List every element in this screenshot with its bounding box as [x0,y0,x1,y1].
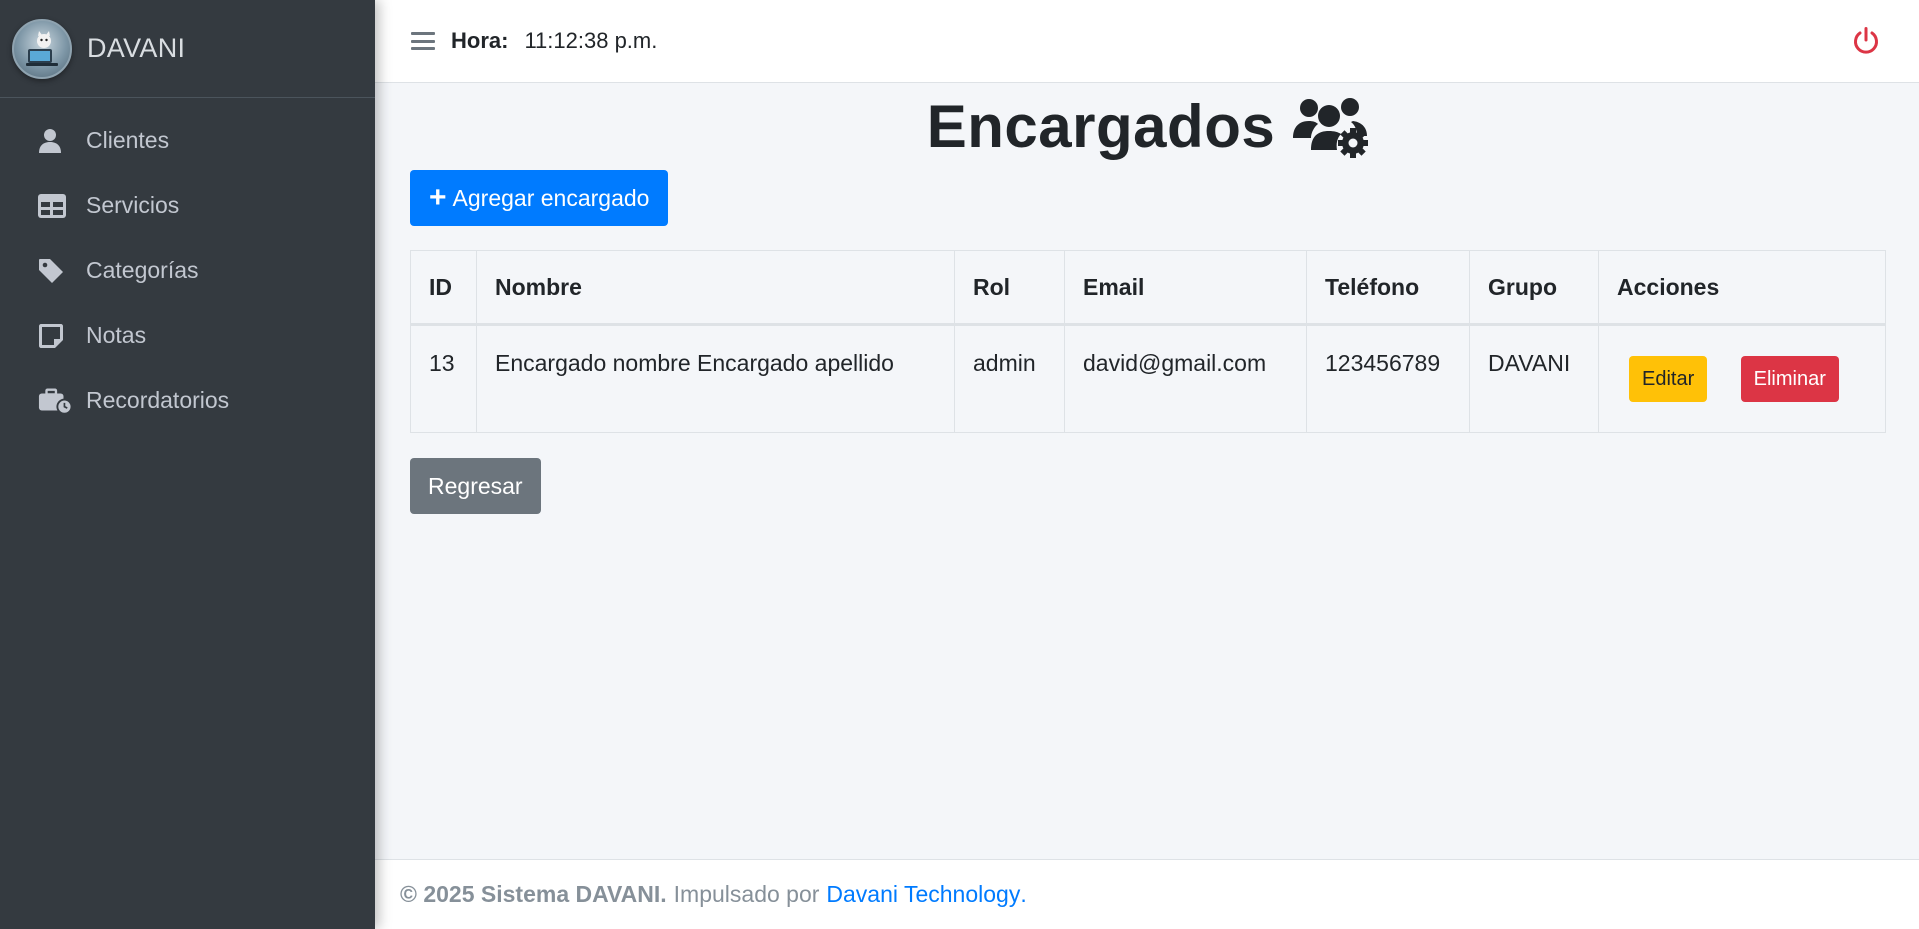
sidebar-item-label: Categorías [86,257,199,283]
tag-icon [38,257,72,285]
page-title-row: Encargados [410,86,1886,166]
add-encargado-label: Agregar encargado [452,184,650,211]
cell-grupo: DAVANI [1469,324,1599,433]
sidebar-item-label: Notas [86,322,147,348]
users-cog-icon [1291,94,1369,158]
sidebar-item-label: Servicios [86,192,180,218]
sidebar-item-recordatorios[interactable]: Recordatorios [0,368,375,433]
column-header-nombre: Nombre [476,250,955,326]
footer-copyright: © 2025 Sistema DAVANI. [400,881,667,907]
brand-name: DAVANI [87,33,186,63]
add-encargado-button[interactable]: + Agregar encargado [410,170,669,226]
footer: © 2025 Sistema DAVANI. Impulsado por Dav… [375,859,1919,929]
clock-label: Hora: [451,28,509,53]
sidebar-item-clientes[interactable]: Clientes [0,108,375,173]
table-header-row: ID Nombre Rol Email Teléfono Grupo Accio… [410,250,1886,326]
edit-button[interactable]: Editar [1629,356,1708,402]
cell-rol: admin [954,324,1065,433]
footer-company-link[interactable]: Davani Technology [826,881,1020,908]
back-button[interactable]: Regresar [410,458,541,514]
brand-link[interactable]: DAVANI [0,0,375,98]
sidebar-item-label: Clientes [86,127,170,153]
hamburger-menu-icon[interactable] [411,30,435,52]
brand-logo [12,18,72,79]
briefcase-clock-icon [38,387,72,415]
footer-powered-text: Impulsado por [673,881,820,907]
cell-id: 13 [410,324,477,433]
page-title: Encargados [926,92,1276,160]
clock-value: 11:12:38 p.m. [524,28,658,53]
delete-button[interactable]: Eliminar [1740,356,1839,402]
main-content: Encargados + Agregar encargado ID Nombre… [410,83,1886,514]
column-header-rol: Rol [954,250,1065,326]
sidebar-nav: Clientes Servicios Categorías Notas Reco… [0,98,375,433]
sidebar-item-label: Recordatorios [86,387,230,413]
table-row: 13 Encargado nombre Encargado apellido a… [410,324,1886,433]
column-header-acciones: Acciones [1598,250,1886,326]
sidebar: DAVANI Clientes Servicios Categorías Not… [0,0,375,929]
cell-email: david@gmail.com [1064,324,1307,433]
column-header-id: ID [410,250,477,326]
cell-nombre: Encargado nombre Encargado apellido [476,324,955,433]
footer-period: . [1020,881,1027,907]
cell-acciones: Editar Eliminar [1598,324,1886,433]
sidebar-item-servicios[interactable]: Servicios [0,173,375,238]
user-icon [38,127,72,155]
power-icon[interactable] [1851,26,1881,56]
note-icon [38,322,72,350]
column-header-grupo: Grupo [1469,250,1599,326]
table-icon [38,192,72,220]
sidebar-item-notas[interactable]: Notas [0,303,375,368]
column-header-email: Email [1064,250,1307,326]
cell-telefono: 123456789 [1306,324,1470,433]
sidebar-item-categorias[interactable]: Categorías [0,238,375,303]
encargados-table: ID Nombre Rol Email Teléfono Grupo Accio… [410,250,1886,433]
plus-icon: + [429,181,447,214]
column-header-telefono: Teléfono [1306,250,1470,326]
top-navbar: Hora: 11:12:38 p.m. [375,0,1919,83]
